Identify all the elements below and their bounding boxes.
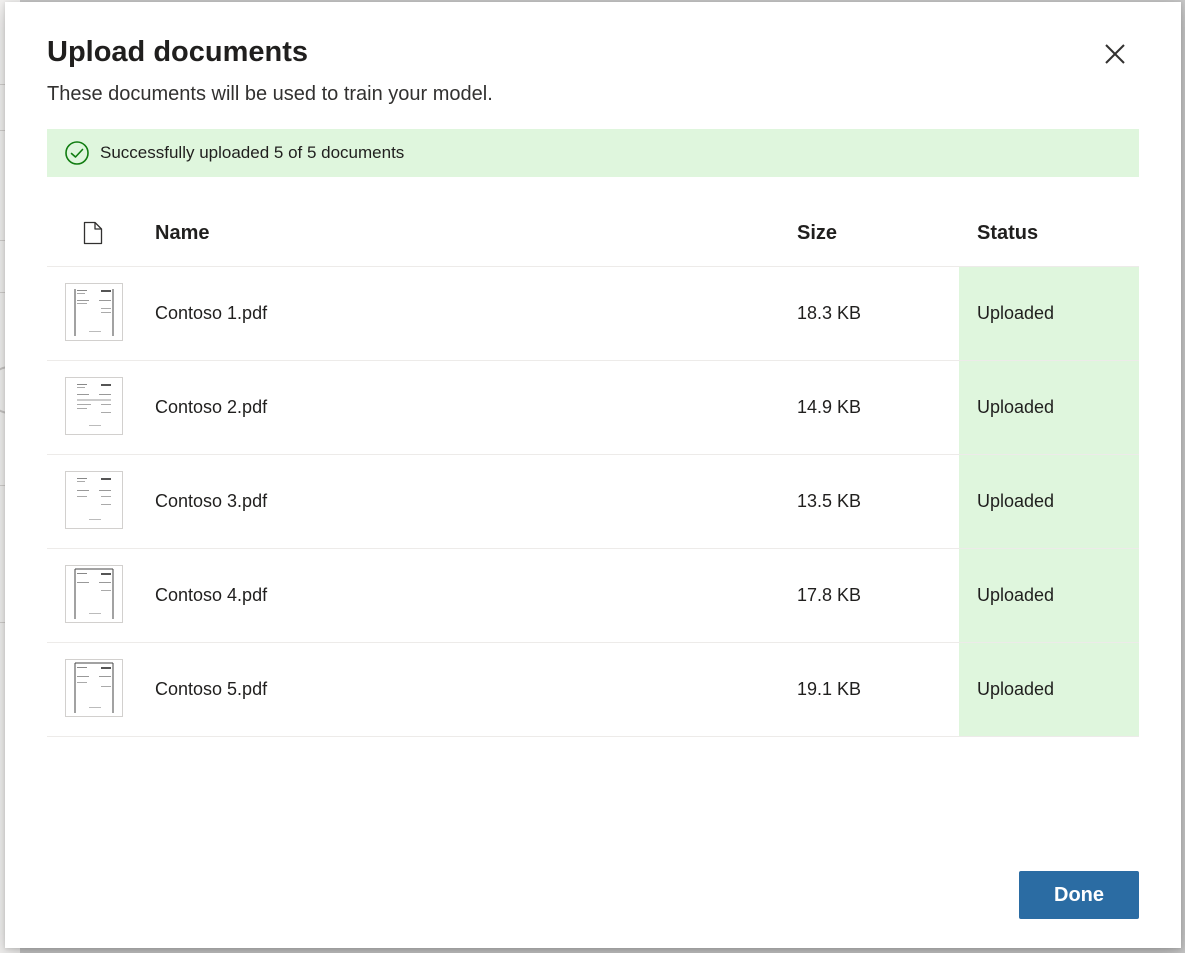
file-size: 18.3 KB [797, 303, 862, 323]
table-row[interactable]: Contoso 1.pdf 18.3 KB Uploaded [47, 267, 1139, 361]
table-row[interactable]: Contoso 5.pdf 19.1 KB Uploaded [47, 643, 1139, 737]
file-name: Contoso 5.pdf [155, 679, 268, 699]
document-icon [83, 221, 103, 245]
pdf-thumbnail [65, 377, 123, 437]
status-cell: Uploaded [959, 267, 1139, 360]
dialog-subtitle: These documents will be used to train yo… [47, 83, 493, 105]
documents-table: Name Size Status Contoso 1.pdf 18.3 KB U… [47, 201, 1139, 737]
file-size: 19.1 KB [797, 679, 862, 699]
table-body: Contoso 1.pdf 18.3 KB Uploaded Contoso 2… [47, 267, 1139, 737]
close-button[interactable] [1101, 40, 1129, 68]
column-header-status[interactable]: Status [977, 201, 1038, 266]
table-row[interactable]: Contoso 2.pdf 14.9 KB Uploaded [47, 361, 1139, 455]
success-banner: Successfully uploaded 5 of 5 documents [47, 129, 1139, 177]
done-button[interactable]: Done [1019, 871, 1139, 919]
file-size: 14.9 KB [797, 397, 862, 417]
pdf-thumbnail [65, 471, 123, 531]
file-name: Contoso 4.pdf [155, 585, 268, 605]
status-cell: Uploaded [959, 361, 1139, 454]
banner-message: Successfully uploaded 5 of 5 documents [100, 143, 405, 162]
file-size: 13.5 KB [797, 491, 862, 511]
column-header-size[interactable]: Size [797, 201, 837, 266]
close-icon [1105, 44, 1125, 64]
file-name: Contoso 3.pdf [155, 491, 268, 511]
column-header-name[interactable]: Name [155, 201, 209, 266]
pdf-thumbnail [65, 659, 123, 719]
upload-documents-dialog: Upload documents These documents will be… [5, 2, 1181, 948]
dialog-title: Upload documents [47, 36, 309, 68]
status-cell: Uploaded [959, 549, 1139, 642]
pdf-thumbnail [65, 283, 123, 343]
table-row[interactable]: Contoso 4.pdf 17.8 KB Uploaded [47, 549, 1139, 643]
checkmark-circle-icon [64, 140, 90, 166]
table-row[interactable]: Contoso 3.pdf 13.5 KB Uploaded [47, 455, 1139, 549]
file-name: Contoso 2.pdf [155, 397, 268, 417]
status-cell: Uploaded [959, 455, 1139, 548]
file-name: Contoso 1.pdf [155, 303, 268, 323]
pdf-thumbnail [65, 565, 123, 625]
table-header: Name Size Status [47, 201, 1139, 267]
file-size: 17.8 KB [797, 585, 862, 605]
status-cell: Uploaded [959, 643, 1139, 736]
